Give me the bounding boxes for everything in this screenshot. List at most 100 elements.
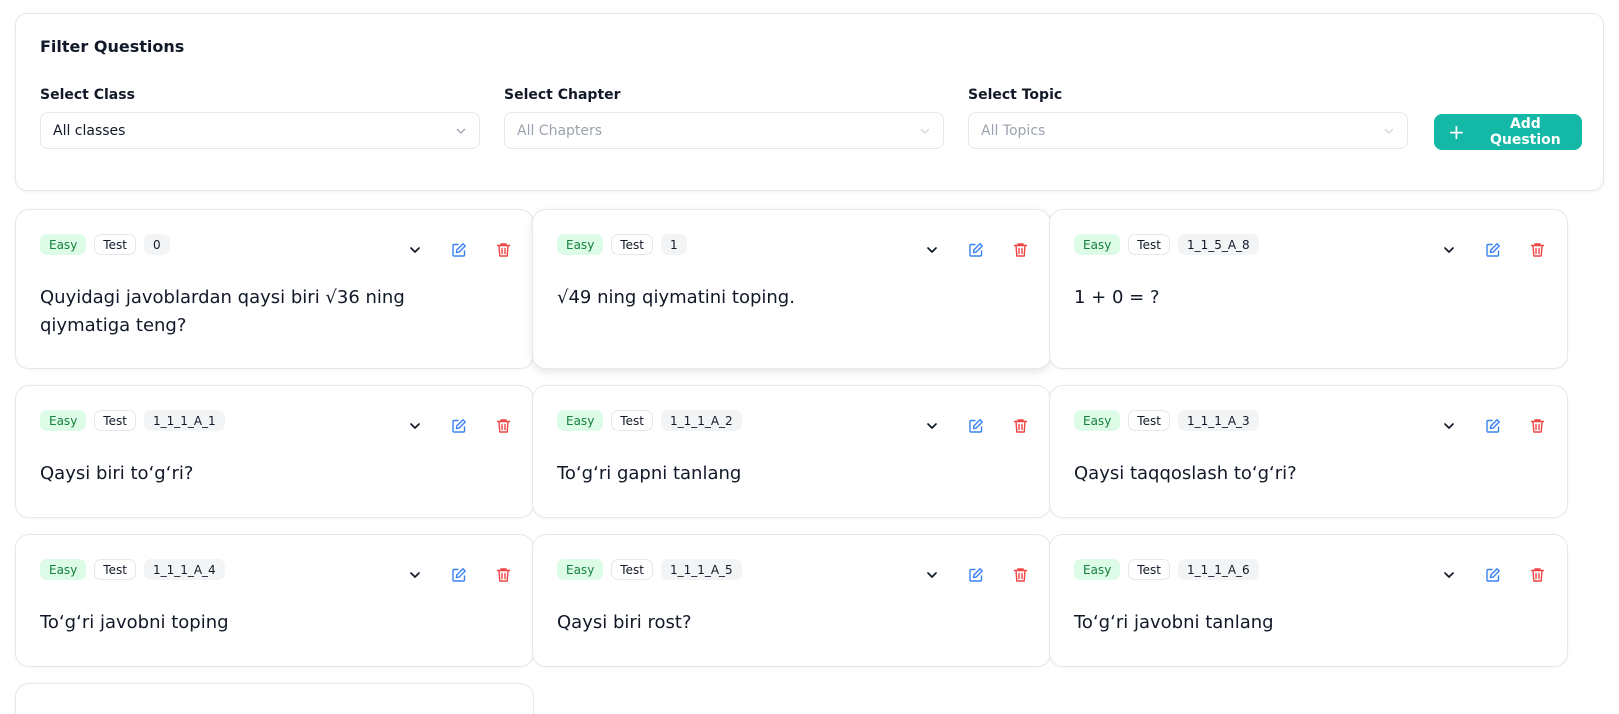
code-badge: 1_1_1_A_1 [143,410,225,431]
type-badge: Test [94,559,136,580]
chapter-select[interactable]: All Chapters [504,112,944,149]
question-card[interactable] [15,683,534,714]
difficulty-badge: Easy [40,559,87,580]
difficulty-badge: Easy [1074,234,1121,255]
class-field: Select Class All classes [40,86,480,149]
question-card[interactable]: Easy Test 1_1_1_A_1 Qaysi biri to‘g‘ri? [15,385,534,518]
code-badge: 1 [660,234,687,255]
difficulty-badge: Easy [557,410,604,431]
trash-icon [496,419,510,433]
card-actions [1439,240,1547,260]
delete-button[interactable] [1010,416,1030,436]
edit-button[interactable] [966,416,986,436]
difficulty-badge: Easy [40,234,87,255]
chevron-down-icon [456,128,466,134]
chevron-down-icon [1444,572,1454,578]
question-card[interactable]: Easy Test 1 √49 ning qiymatini toping. [532,209,1051,369]
question-card[interactable]: Easy Test 0 Quyidagi javoblardan qaysi biri… [15,209,534,369]
edit-button[interactable] [966,240,986,260]
edit-button[interactable] [449,416,469,436]
topic-select-value: All Topics [981,122,1046,139]
edit-button[interactable] [1483,565,1503,585]
code-badge: 0 [143,234,170,255]
delete-button[interactable] [1010,240,1030,260]
card-badges: Easy Test 1_1_1_A_4 [40,559,225,580]
delete-button[interactable] [1527,240,1547,260]
question-card[interactable]: Easy Test 1_1_1_A_6 To‘g‘ri javobni tanlang [1049,534,1568,667]
expand-button[interactable] [922,240,942,260]
code-badge: 1_1_1_A_4 [143,559,225,580]
expand-button[interactable] [1439,240,1459,260]
chevron-down-icon [927,247,937,253]
delete-button[interactable] [1527,565,1547,585]
expand-button[interactable] [922,416,942,436]
expand-button[interactable] [1439,416,1459,436]
question-card[interactable]: Easy Test 1_1_1_A_4 To‘g‘ri javobni toping [15,534,534,667]
code-badge: 1_1_1_A_5 [660,559,742,580]
chevron-down-icon [1444,247,1454,253]
card-badges: Easy Test 1_1_1_A_6 [1074,559,1259,580]
trash-icon [496,568,510,582]
card-badges: Easy Test 1 [557,234,687,255]
edit-icon [452,568,466,582]
add-question-label: Add Question [1489,116,1561,148]
chevron-down-icon [927,423,937,429]
edit-icon [1486,568,1500,582]
chevron-down-icon [927,572,937,578]
card-actions [922,240,1030,260]
card-actions [1439,416,1547,436]
code-badge: 1_1_1_A_6 [1177,559,1259,580]
question-card[interactable]: Easy Test 1_1_1_A_3 Qaysi taqqoslash to‘g‘r… [1049,385,1568,518]
add-question-button[interactable]: + Add Question [1434,114,1582,150]
question-text: Qaysi biri rost? [557,612,692,633]
edit-button[interactable] [449,240,469,260]
chevron-down-icon [1444,423,1454,429]
card-actions [922,565,1030,585]
expand-button[interactable] [922,565,942,585]
expand-button[interactable] [405,240,425,260]
edit-icon [452,243,466,257]
edit-icon [1486,419,1500,433]
expand-button[interactable] [405,565,425,585]
edit-icon [969,568,983,582]
type-badge: Test [1128,559,1170,580]
edit-button[interactable] [966,565,986,585]
question-text: Qaysi biri to‘g‘ri? [40,463,194,484]
difficulty-badge: Easy [40,410,87,431]
chevron-down-icon [410,423,420,429]
chevron-down-icon [410,247,420,253]
edit-button[interactable] [1483,240,1503,260]
filter-title: Filter Questions [40,37,185,56]
code-badge: 1_1_1_A_3 [1177,410,1259,431]
difficulty-badge: Easy [557,559,604,580]
question-text: 1 + 0 = ? [1074,287,1160,308]
edit-icon [969,243,983,257]
class-label: Select Class [40,87,135,103]
edit-button[interactable] [1483,416,1503,436]
trash-icon [496,243,510,257]
delete-button[interactable] [1010,565,1030,585]
delete-button[interactable] [493,565,513,585]
delete-button[interactable] [493,416,513,436]
code-badge: 1_1_1_A_2 [660,410,742,431]
chevron-down-icon [410,572,420,578]
question-text: To‘g‘ri gapni tanlang [557,463,742,484]
question-card[interactable]: Easy Test 1_1_1_A_2 To‘g‘ri gapni tanlang [532,385,1051,518]
question-text: Quyidagi javoblardan qaysi biri √36 ning… [40,287,405,336]
question-card[interactable]: Easy Test 1_1_1_A_5 Qaysi biri rost? [532,534,1051,667]
question-card[interactable]: Easy Test 1_1_5_A_8 1 + 0 = ? [1049,209,1568,369]
expand-button[interactable] [1439,565,1459,585]
trash-icon [1530,568,1544,582]
topic-select[interactable]: All Topics [968,112,1408,149]
card-badges: Easy Test 1_1_1_A_5 [557,559,742,580]
edit-button[interactable] [449,565,469,585]
delete-button[interactable] [493,240,513,260]
type-badge: Test [1128,410,1170,431]
difficulty-badge: Easy [1074,559,1121,580]
expand-button[interactable] [405,416,425,436]
class-select[interactable]: All classes [40,112,480,149]
delete-button[interactable] [1527,416,1547,436]
difficulty-badge: Easy [557,234,604,255]
type-badge: Test [94,234,136,255]
type-badge: Test [1128,234,1170,255]
